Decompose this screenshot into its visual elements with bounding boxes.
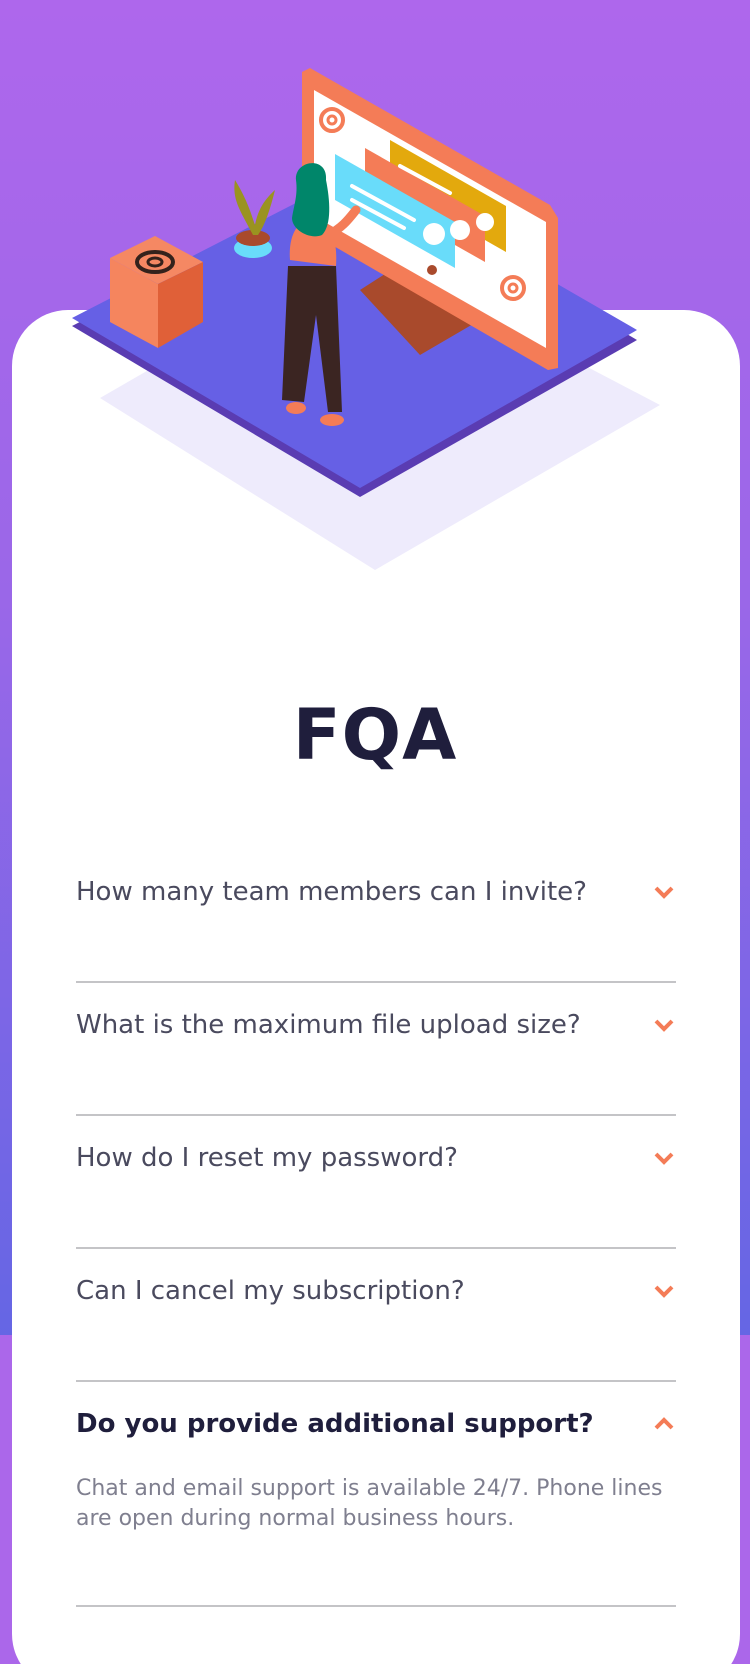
monitor-power-dot [427, 265, 437, 275]
faq-question[interactable]: Do you provide additional support? [76, 1407, 636, 1441]
faq-item[interactable]: How do I reset my password? [76, 1116, 676, 1249]
message-dot [476, 213, 494, 231]
chevron-down-icon[interactable] [652, 1279, 676, 1303]
faq-list: How many team members can I invite? What… [76, 850, 676, 1607]
faq-question[interactable]: What is the maximum file upload size? [76, 1008, 636, 1042]
faq-question[interactable]: How do I reset my password? [76, 1141, 636, 1175]
chevron-down-icon[interactable] [652, 1146, 676, 1170]
message-dot [423, 223, 445, 245]
faq-question[interactable]: How many team members can I invite? [76, 875, 636, 909]
faq-item[interactable]: How many team members can I invite? [76, 850, 676, 983]
woman-at-email-monitor-illustration [72, 68, 660, 570]
page-title: FQA [292, 694, 458, 776]
chevron-up-icon[interactable] [652, 1412, 676, 1436]
chevron-down-icon[interactable] [652, 880, 676, 904]
woman-shoe [320, 414, 344, 426]
message-dot [450, 220, 470, 240]
faq-item-expanded[interactable]: Do you provide additional support? Chat … [76, 1382, 676, 1607]
faq-item[interactable]: Can I cancel my subscription? [76, 1249, 676, 1382]
faq-answer: Chat and email support is available 24/7… [76, 1476, 663, 1531]
chevron-down-icon[interactable] [652, 1013, 676, 1037]
woman-hair [292, 163, 330, 237]
faq-question[interactable]: Can I cancel my subscription? [76, 1274, 636, 1308]
faq-item[interactable]: What is the maximum file upload size? [76, 983, 676, 1116]
woman-shoe [286, 402, 306, 414]
